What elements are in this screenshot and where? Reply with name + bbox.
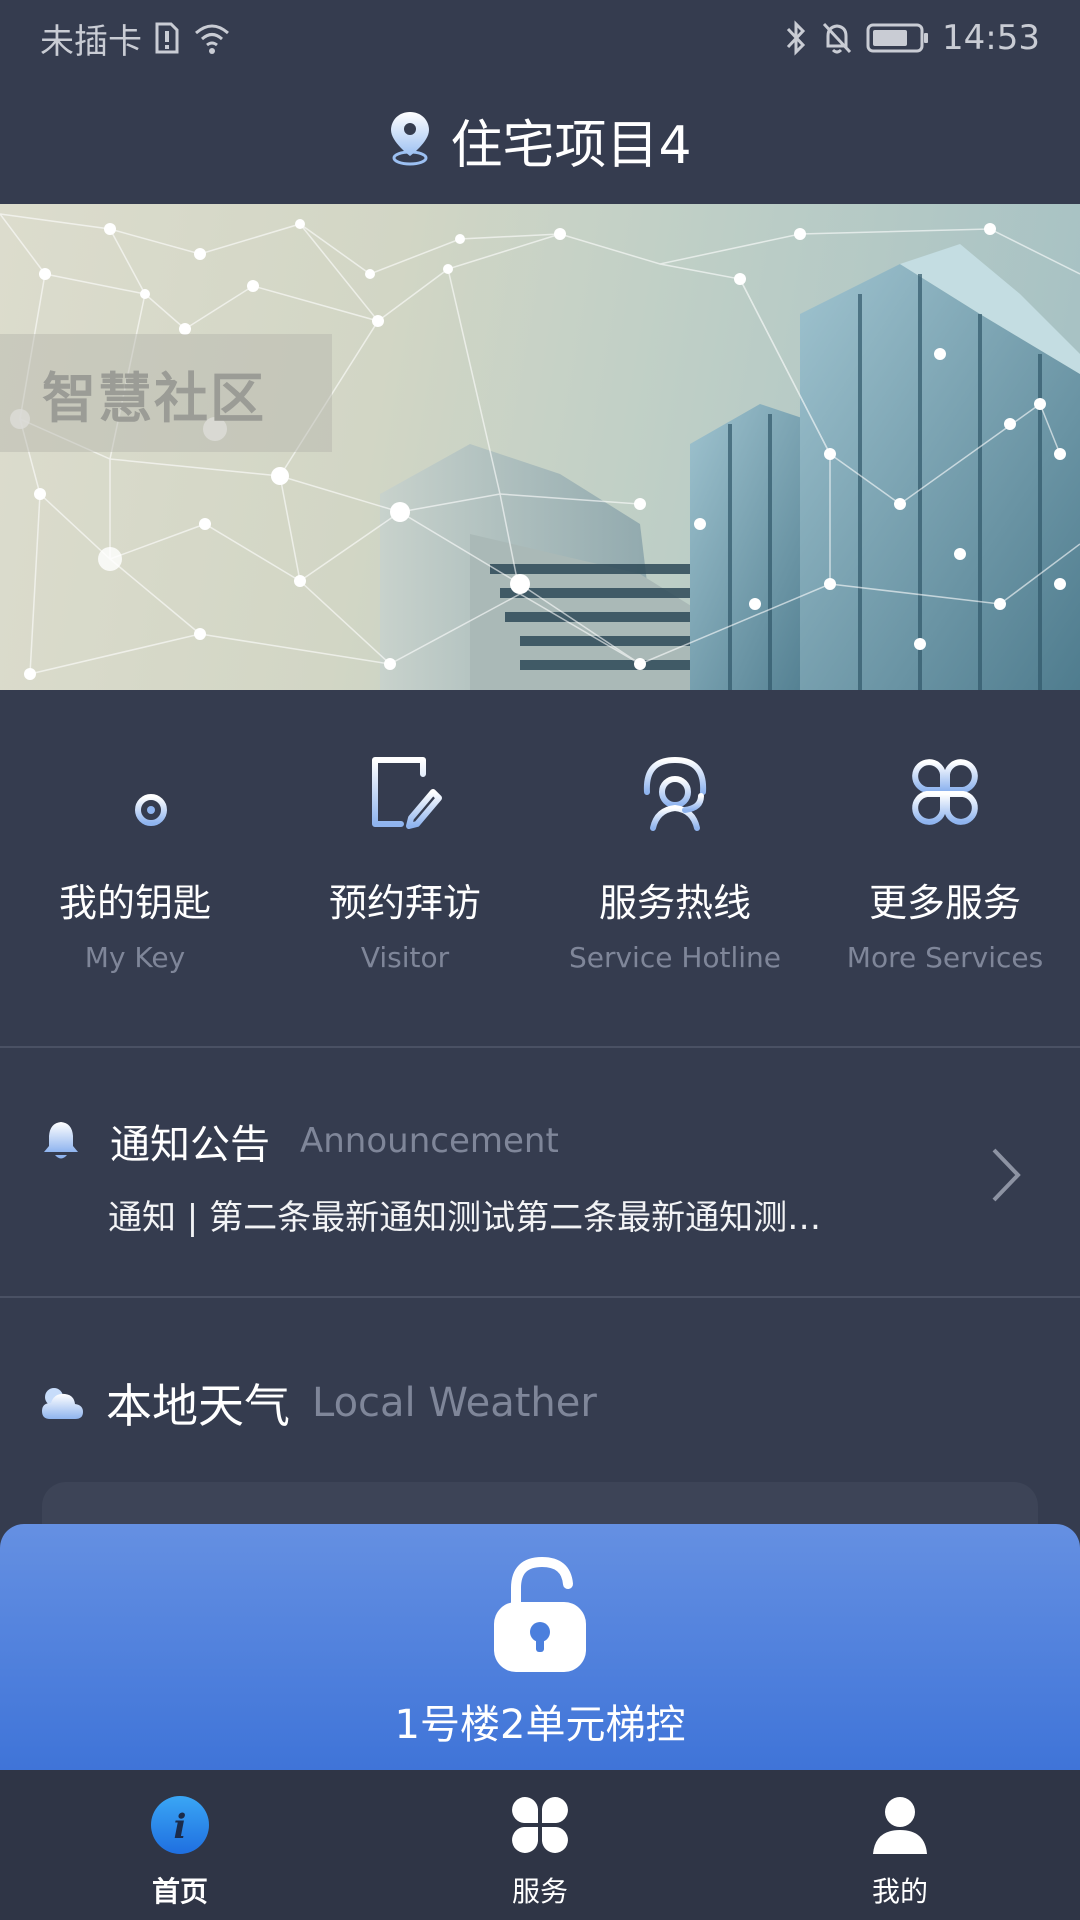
- info-icon: i: [151, 1796, 209, 1854]
- quick-action-label: 服务热线: [598, 881, 751, 925]
- nav-label: 首页: [151, 1875, 208, 1908]
- sim-alert-icon: [154, 21, 180, 55]
- quick-action-visitor[interactable]: 预约拜访 Visitor: [270, 690, 540, 1046]
- status-right: 14:53: [784, 18, 1040, 58]
- divider: [0, 1296, 1080, 1298]
- bell-muted-icon: [820, 20, 854, 56]
- user-icon: [873, 1797, 927, 1854]
- quick-action-my-key[interactable]: 我的钥匙 My Key: [0, 690, 270, 1046]
- bluetooth-icon: [784, 20, 808, 56]
- wifi-icon: [192, 21, 232, 55]
- banner-tag: 智慧社区: [0, 334, 332, 452]
- chevron-right-icon[interactable]: [980, 1140, 1030, 1210]
- quick-action-sublabel: Visitor: [360, 941, 450, 974]
- headset-icon: [643, 756, 707, 831]
- location-pin-icon: [388, 110, 432, 170]
- announcement-title: 通知公告: [110, 1122, 270, 1168]
- unlock-label: 1号楼2单元梯控: [394, 1702, 686, 1748]
- quick-action-more-services[interactable]: 更多服务 More Services: [810, 690, 1080, 1046]
- nav-item-home[interactable]: i 首页: [0, 1770, 360, 1920]
- key-icon: [98, 757, 167, 826]
- grid-icon: [512, 1797, 568, 1853]
- grid-icon: [912, 759, 978, 825]
- status-left: 未插卡: [40, 14, 232, 63]
- edit-document-icon: [372, 757, 442, 829]
- announcement-text: 通知 | 第二条最新通知测试第二条最新通知测…: [108, 1198, 822, 1238]
- project-title: 住宅项目4: [450, 115, 692, 176]
- announcement-subtitle: Announcement: [300, 1121, 559, 1161]
- quick-action-sublabel: More Services: [846, 941, 1044, 974]
- weather-title: 本地天气: [106, 1379, 290, 1433]
- nav-item-services[interactable]: 服务: [360, 1770, 720, 1920]
- quick-actions: 我的钥匙 My Key 预约拜访 Visitor 服务热线 Service Ho…: [0, 690, 1080, 1046]
- quick-action-sublabel: Service Hotline: [568, 941, 782, 974]
- header[interactable]: 住宅项目4: [0, 76, 1080, 204]
- announcement-header: 通知公告 Announcement: [40, 1112, 559, 1170]
- bottom-nav: i 首页 服务 我的: [0, 1770, 1080, 1920]
- weather-subtitle: Local Weather: [312, 1380, 597, 1426]
- unlock-panel[interactable]: 1号楼2单元梯控: [0, 1524, 1080, 1770]
- announcement-section[interactable]: 通知公告 Announcement 通知 | 第二条最新通知测试第二条最新通知测…: [0, 1050, 1080, 1296]
- nav-label: 我的: [871, 1875, 928, 1908]
- carrier-text: 未插卡: [40, 21, 142, 62]
- bell-icon: [44, 1122, 78, 1159]
- community-banner[interactable]: 智慧社区: [0, 204, 1080, 690]
- quick-action-label: 预约拜访: [328, 881, 481, 925]
- weather-header: 本地天气 Local Weather: [40, 1370, 597, 1436]
- quick-action-service-hotline[interactable]: 服务热线 Service Hotline: [540, 690, 810, 1046]
- clock-text: 14:53: [942, 18, 1040, 58]
- battery-icon: [866, 21, 930, 55]
- status-bar: 未插卡 14:53: [0, 0, 1080, 76]
- nav-item-mine[interactable]: 我的: [720, 1770, 1080, 1920]
- quick-action-label: 更多服务: [868, 881, 1021, 925]
- cloud-sun-icon: [42, 1388, 83, 1419]
- svg-text:i: i: [174, 1807, 187, 1847]
- divider: [0, 1046, 1080, 1048]
- nav-label: 服务: [511, 1875, 568, 1908]
- unlock-icon[interactable]: [490, 1554, 590, 1674]
- quick-action-sublabel: My Key: [84, 941, 186, 974]
- quick-action-label: 我的钥匙: [58, 881, 211, 925]
